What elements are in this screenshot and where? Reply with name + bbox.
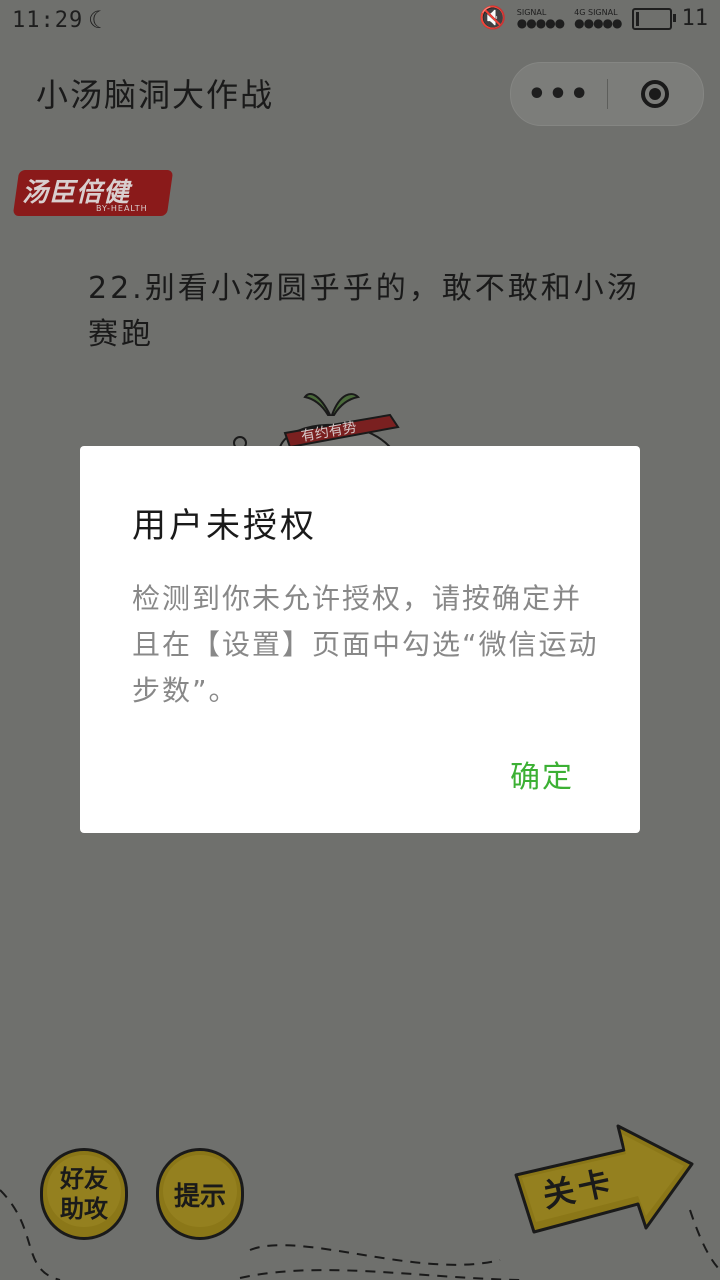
- unauthorized-dialog: 用户未授权 检测到你未允许授权，请按确定并且在【设置】页面中勾选“微信运动步数”…: [80, 446, 640, 833]
- friend-help-line1: 好友: [60, 1165, 108, 1193]
- mascot-illustration: 有约有势: [233, 393, 400, 447]
- friend-help-line2: 助攻: [60, 1195, 108, 1223]
- status-right: 🔇 SIGNAL ●●●●● 4G SIGNAL ●●●●● 11: [479, 6, 708, 31]
- page-title: 小汤脑洞大作战: [36, 76, 275, 114]
- status-time: 11:29: [12, 8, 84, 33]
- more-dots-icon[interactable]: •••: [511, 63, 607, 125]
- mini-program-capsule: •••: [510, 62, 704, 126]
- dialog-message: 检测到你未允许授权，请按确定并且在【设置】页面中勾选“微信运动步数”。: [132, 582, 599, 707]
- signal-indicator-2: 4G SIGNAL ●●●●●: [574, 8, 622, 30]
- mute-icon: 🔇: [479, 6, 507, 31]
- battery-level: 11: [681, 6, 709, 31]
- target-icon: [641, 80, 669, 108]
- signal-dots-icon: ●●●●●: [574, 16, 622, 30]
- hint-label: 提示: [173, 1181, 226, 1212]
- signal-dots-icon: ●●●●●: [516, 16, 565, 30]
- question-text: 22.别看小汤圆乎乎的，敢不敢和小汤赛跑: [88, 271, 640, 352]
- friend-help-button[interactable]: 好友 助攻: [40, 1148, 128, 1240]
- hint-button[interactable]: 提示: [156, 1148, 244, 1240]
- battery-fill: [635, 11, 640, 26]
- battery-icon: [631, 7, 676, 30]
- close-program-button[interactable]: [607, 63, 703, 125]
- dialog-title: 用户未授权: [132, 506, 317, 546]
- status-bar: 11:29 ☾ 🔇 SIGNAL ●●●●● 4G SIGNAL ●●●●● 1…: [0, 0, 720, 44]
- signal-indicator-1: SIGNAL ●●●●●: [516, 8, 565, 30]
- moon-icon: ☾: [88, 6, 110, 34]
- confirm-button[interactable]: 确定: [510, 752, 574, 796]
- brand-subtitle: BY-HEALTH: [96, 204, 148, 213]
